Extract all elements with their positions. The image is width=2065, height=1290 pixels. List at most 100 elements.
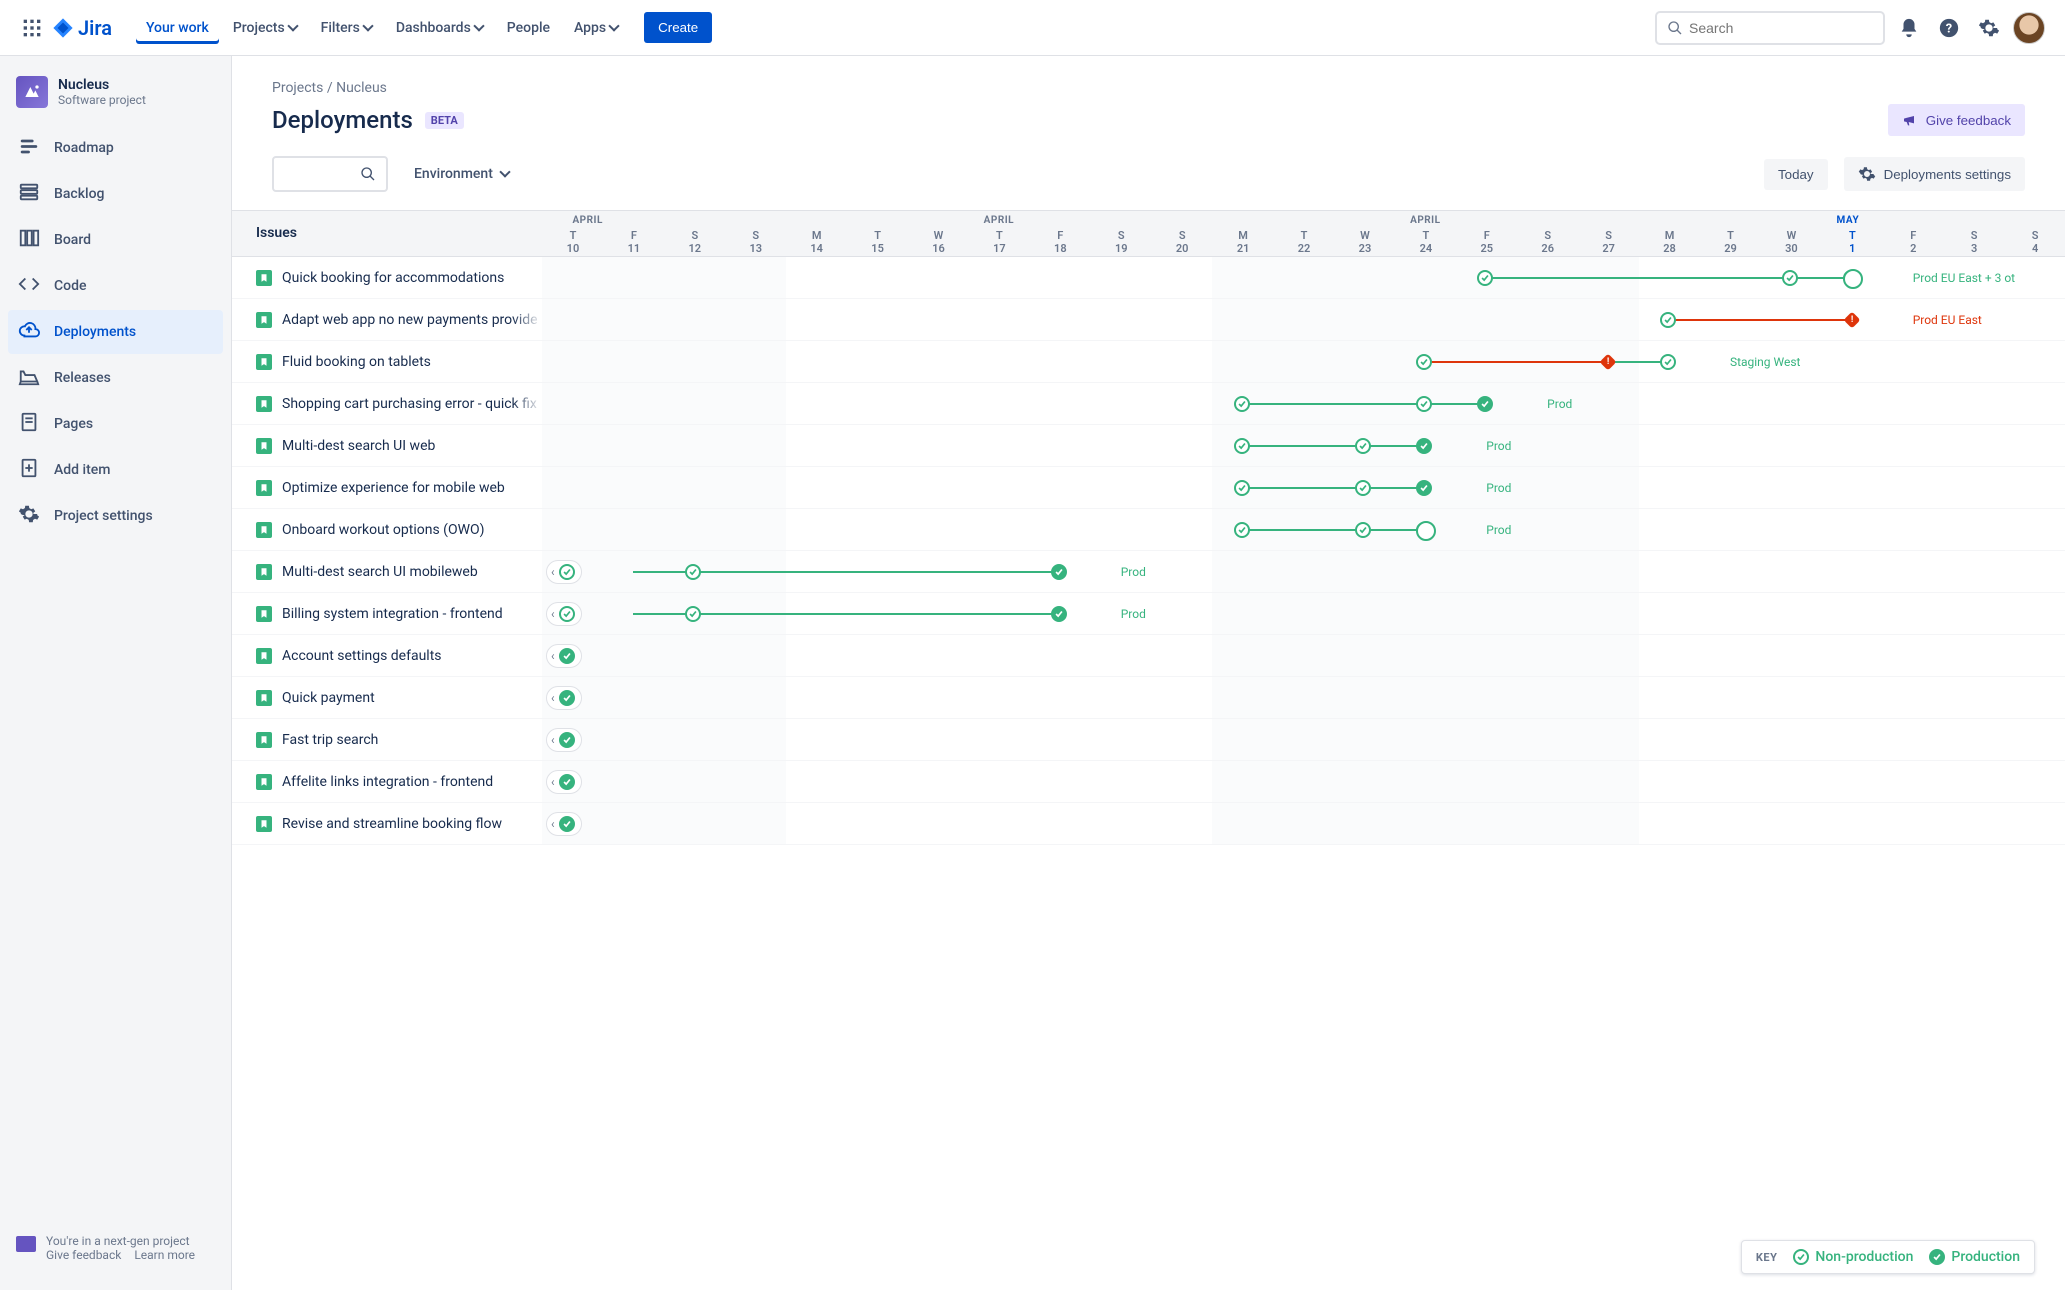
sidebar-item-backlog[interactable]: Backlog — [8, 172, 223, 216]
chevron-down-icon — [608, 20, 619, 31]
timeline-rows[interactable]: Quick booking for accommodations Prod EU … — [232, 257, 2065, 1290]
help-icon[interactable]: ? — [1933, 12, 1965, 44]
deployment-label[interactable]: Prod — [1547, 397, 1572, 411]
deploy-marker[interactable] — [1234, 396, 1250, 412]
earlier-pill[interactable]: ‹ — [546, 770, 582, 794]
breadcrumb: Projects / Nucleus — [272, 80, 2025, 96]
deploy-marker[interactable] — [1660, 312, 1676, 328]
breadcrumb-projects[interactable]: Projects — [272, 80, 323, 96]
issue-cell[interactable]: Revise and streamline booking flow — [232, 816, 542, 832]
issue-cell[interactable]: Fluid booking on tablets — [232, 354, 542, 370]
create-button[interactable]: Create — [644, 12, 712, 43]
global-search[interactable] — [1655, 11, 1885, 45]
earlier-pill[interactable]: ‹ — [546, 560, 582, 584]
nav-your-work[interactable]: Your work — [136, 12, 219, 44]
sidebar-item-deployments[interactable]: Deployments — [8, 310, 223, 354]
issue-cell[interactable]: Quick booking for accommodations — [232, 270, 542, 286]
check-outline-icon — [1793, 1249, 1809, 1265]
issue-search[interactable] — [272, 156, 388, 192]
add-icon — [18, 457, 40, 483]
app-switcher-icon[interactable] — [20, 16, 44, 40]
issue-cell[interactable]: Onboard workout options (OWO) — [232, 522, 542, 538]
nav-people[interactable]: People — [497, 12, 560, 44]
notifications-icon[interactable] — [1893, 12, 1925, 44]
deployment-label[interactable]: Prod — [1486, 523, 1511, 537]
deploy-marker[interactable] — [1051, 564, 1067, 580]
project-header[interactable]: Nucleus Software project — [8, 76, 223, 124]
deployment-label[interactable]: Prod EU East + 3 ot — [1913, 271, 2015, 285]
issue-cell[interactable]: Affelite links integration - frontend — [232, 774, 542, 790]
earlier-pill[interactable]: ‹ — [546, 602, 582, 626]
issue-cell[interactable]: Billing system integration - frontend — [232, 606, 542, 622]
sidebar-item-project-settings[interactable]: Project settings — [8, 494, 223, 538]
deploy-marker[interactable] — [1355, 522, 1371, 538]
check-icon — [559, 816, 575, 832]
sidebar-item-code[interactable]: Code — [8, 264, 223, 308]
nav-filters[interactable]: Filters — [311, 12, 382, 44]
deploy-marker[interactable] — [1355, 438, 1371, 454]
nextgen-text: You're in a next-gen project — [46, 1234, 205, 1248]
deploy-marker[interactable] — [1416, 522, 1432, 538]
earlier-pill[interactable]: ‹ — [546, 686, 582, 710]
issue-cell[interactable]: Multi-dest search UI mobileweb — [232, 564, 542, 580]
earlier-pill[interactable]: ‹ — [546, 812, 582, 836]
jira-logo[interactable]: Jira — [52, 16, 112, 40]
issue-cell[interactable]: Quick payment — [232, 690, 542, 706]
earlier-pill[interactable]: ‹ — [546, 644, 582, 668]
issue-cell[interactable]: Fast trip search — [232, 732, 542, 748]
breadcrumb-project[interactable]: Nucleus — [336, 80, 387, 96]
sidebar-item-add-item[interactable]: Add item — [8, 448, 223, 492]
search-input[interactable] — [1689, 20, 1873, 36]
deploy-marker[interactable] — [1782, 270, 1798, 286]
nav-apps[interactable]: Apps — [564, 12, 628, 44]
user-avatar[interactable] — [2013, 12, 2045, 44]
deploy-error-icon[interactable]: ! — [1843, 311, 1860, 328]
deploy-marker[interactable] — [1416, 438, 1432, 454]
deployment-label[interactable]: Staging West — [1730, 355, 1801, 369]
earlier-pill[interactable]: ‹ — [546, 728, 582, 752]
deploy-marker[interactable] — [1843, 270, 1859, 286]
chevron-left-icon: ‹ — [551, 817, 555, 831]
sidebar-item-board[interactable]: Board — [8, 218, 223, 262]
deploy-marker[interactable] — [1355, 480, 1371, 496]
deploy-marker[interactable] — [1660, 354, 1676, 370]
today-button[interactable]: Today — [1764, 159, 1828, 190]
sidebar-learn-link[interactable]: Learn more — [134, 1248, 195, 1262]
deploy-marker[interactable] — [1234, 438, 1250, 454]
issue-cell[interactable]: Account settings defaults — [232, 648, 542, 664]
issue-cell[interactable]: Adapt web app no new payments provide — [232, 312, 542, 328]
sidebar-item-releases[interactable]: Releases — [8, 356, 223, 400]
deploy-marker[interactable] — [685, 606, 701, 622]
issue-row: Billing system integration - frontend‹ Pr… — [232, 593, 2065, 635]
deploy-marker[interactable] — [1234, 522, 1250, 538]
nav-projects[interactable]: Projects — [223, 12, 307, 44]
sidebar-item-pages[interactable]: Pages — [8, 402, 223, 446]
deploy-marker[interactable] — [1051, 606, 1067, 622]
product-name: Jira — [78, 16, 112, 40]
deployments-settings-button[interactable]: Deployments settings — [1844, 157, 2025, 191]
give-feedback-button[interactable]: Give feedback — [1888, 104, 2025, 136]
deploy-marker[interactable] — [1477, 270, 1493, 286]
deployment-label[interactable]: Prod — [1121, 565, 1146, 579]
settings-icon[interactable] — [1973, 12, 2005, 44]
deploy-error-icon[interactable]: ! — [1600, 353, 1617, 370]
deploy-marker[interactable] — [1234, 480, 1250, 496]
deploy-marker[interactable] — [1477, 396, 1493, 412]
issue-cell[interactable]: Multi-dest search UI web — [232, 438, 542, 454]
deploy-marker[interactable] — [1416, 396, 1432, 412]
deployment-label[interactable]: Prod — [1486, 481, 1511, 495]
deploy-marker[interactable] — [1416, 480, 1432, 496]
page-title: Deployments — [272, 106, 413, 134]
environment-dropdown[interactable]: Environment — [404, 160, 519, 188]
deploy-marker[interactable] — [685, 564, 701, 580]
chevron-down-icon — [473, 20, 484, 31]
sidebar-item-roadmap[interactable]: Roadmap — [8, 126, 223, 170]
issue-cell[interactable]: Optimize experience for mobile web — [232, 480, 542, 496]
deployment-label[interactable]: Prod — [1486, 439, 1511, 453]
issue-cell[interactable]: Shopping cart purchasing error - quick f… — [232, 396, 542, 412]
nav-dashboards[interactable]: Dashboards — [386, 12, 493, 44]
sidebar-feedback-link[interactable]: Give feedback — [46, 1248, 121, 1262]
deployment-label[interactable]: Prod — [1121, 607, 1146, 621]
deploy-marker[interactable] — [1416, 354, 1432, 370]
deployment-label[interactable]: Prod EU East — [1913, 313, 1982, 327]
